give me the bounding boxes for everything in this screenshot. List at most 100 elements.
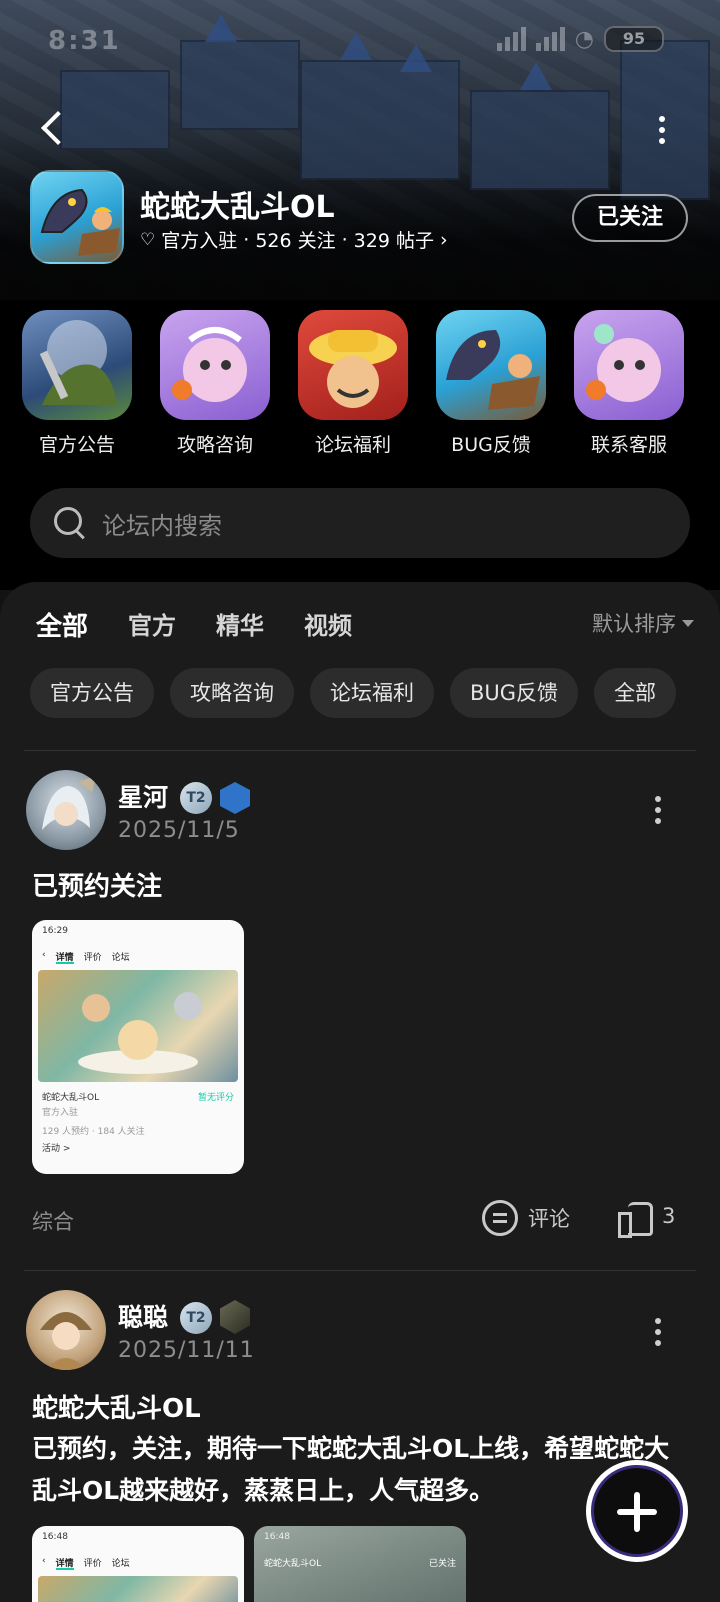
banner-castle-roof xyxy=(340,32,372,60)
shot-activity: 活动 > xyxy=(42,1144,71,1154)
meta-separator: · xyxy=(341,228,348,251)
post-title[interactable]: 已预约关注 xyxy=(32,866,162,903)
post-image[interactable]: 16:29 ‹ 详情 评价 论坛 蛇蛇大乱斗OL 暂无评分 官方入驻 129 人… xyxy=(32,920,244,1174)
shot-back-icon: ‹ xyxy=(42,1556,46,1566)
comment-icon xyxy=(482,1200,518,1236)
create-post-button[interactable] xyxy=(586,1460,688,1562)
back-button[interactable] xyxy=(34,108,74,148)
shot-official: 官方入驻 xyxy=(42,1108,79,1118)
game-title: 蛇蛇大乱斗OL xyxy=(140,190,335,225)
shot-back-icon: ‹ xyxy=(42,950,46,960)
shortcut-customer-service[interactable]: 联系客服 xyxy=(574,310,684,457)
shot-tab-review: 评价 xyxy=(83,1559,102,1569)
chip-announcement[interactable]: 官方公告 xyxy=(30,668,154,718)
tab-featured[interactable]: 精华 xyxy=(216,606,264,643)
more-options-icon[interactable] xyxy=(656,116,668,144)
tab-video[interactable]: 视频 xyxy=(304,606,352,643)
post-image[interactable]: 16:48 ‹ 详情 评价 论坛 xyxy=(32,1526,244,1602)
followers-count: 526 关注 xyxy=(255,230,336,252)
shot-info: 蛇蛇大乱斗OL 暂无评分 官方入驻 129 人预约 · 184 人关注 活动 > xyxy=(32,1082,244,1162)
shot-tab-detail: 详情 xyxy=(55,1556,74,1570)
shot-game-name: 蛇蛇大乱斗OL xyxy=(42,1093,100,1103)
shot-tab-forum: 论坛 xyxy=(111,953,130,963)
shot-rating-hint: 暂无评分 xyxy=(197,1093,234,1103)
banner-castle-roof xyxy=(400,44,432,72)
post-author[interactable]: 聪聪 xyxy=(118,1298,168,1334)
post-title[interactable]: 蛇蛇大乱斗OL xyxy=(32,1388,201,1425)
chip-welfare[interactable]: 论坛福利 xyxy=(310,668,434,718)
battery-indicator: 95 xyxy=(604,26,664,52)
chip-all[interactable]: 全部 xyxy=(594,668,677,718)
like-button[interactable]: 3 xyxy=(618,1200,676,1238)
banner-castle-art xyxy=(60,70,170,150)
chip-guide[interactable]: 攻略咨询 xyxy=(170,668,294,718)
bug-report-art-icon xyxy=(436,310,546,420)
banner-castle-art xyxy=(180,40,300,130)
divider xyxy=(24,750,696,751)
shot-game-art xyxy=(38,970,238,1082)
shot-game-name: 蛇蛇大乱斗OL xyxy=(264,1559,322,1569)
shot-tab-review: 评价 xyxy=(83,953,102,963)
shot-stats: 129 人预约 · 184 人关注 xyxy=(42,1127,145,1137)
welfare-art-icon xyxy=(298,310,408,420)
shortcut-label: BUG反馈 xyxy=(451,434,531,456)
chip-bug-report[interactable]: BUG反馈 xyxy=(450,668,579,718)
search-icon xyxy=(52,505,88,541)
shot-tab-detail: 详情 xyxy=(55,950,74,964)
shortcut-bug-report[interactable]: BUG反馈 xyxy=(436,310,546,457)
post-image[interactable]: 16:48 蛇蛇大乱斗OL 已关注 xyxy=(254,1526,466,1602)
meta-separator: · xyxy=(243,228,250,251)
avatar[interactable] xyxy=(26,1290,106,1370)
thumbs-up-icon xyxy=(618,1200,653,1238)
sort-dropdown[interactable]: 默认排序 xyxy=(592,608,694,638)
shot-nav: ‹ 详情 评价 论坛 xyxy=(32,944,244,970)
shot-status-time: 16:48 xyxy=(42,1532,68,1542)
shortcut-label: 论坛福利 xyxy=(314,434,391,456)
chevron-right-icon: › xyxy=(439,228,448,251)
post-date: 2025/11/5 xyxy=(118,818,240,843)
shortcut-label: 官方公告 xyxy=(38,434,115,456)
post-author[interactable]: 星河 xyxy=(118,778,168,814)
banner-castle-art xyxy=(470,90,610,190)
shortcut-label: 攻略咨询 xyxy=(176,434,253,456)
status-icons: ◔ 95 xyxy=(496,26,664,52)
shortcut-guide[interactable]: 攻略咨询 xyxy=(160,310,270,457)
diamond-icon: ♡ xyxy=(140,229,156,250)
wifi-icon: ◔ xyxy=(574,26,594,52)
like-count: 3 xyxy=(662,1204,676,1228)
shot-status-time: 16:48 xyxy=(264,1532,290,1542)
caret-down-icon xyxy=(682,619,694,627)
announcement-art-icon xyxy=(22,310,132,420)
shot-tab-forum: 论坛 xyxy=(111,1559,130,1569)
sort-label: 默认排序 xyxy=(592,612,676,636)
shot-follow: 已关注 xyxy=(428,1559,456,1569)
category-chips: 官方公告 攻略咨询 论坛福利 BUG反馈 全部 xyxy=(30,668,677,718)
shortcut-label: 联系客服 xyxy=(590,434,667,456)
shot-nav: ‹ 详情 评价 论坛 xyxy=(32,1550,244,1576)
comment-button[interactable]: 评论 xyxy=(482,1200,570,1236)
customer-service-art-icon xyxy=(574,310,684,420)
banner-castle-roof xyxy=(520,62,552,90)
post-date: 2025/11/11 xyxy=(118,1338,255,1363)
search-input[interactable]: 论坛内搜索 xyxy=(30,488,690,558)
guide-art-icon xyxy=(160,310,270,420)
post-category[interactable]: 综合 xyxy=(32,1206,74,1236)
game-meta[interactable]: ♡ 官方入驻 · 526 关注 · 329 帖子 › xyxy=(140,226,448,253)
shortcut-welfare[interactable]: 论坛福利 xyxy=(298,310,408,457)
signal-icon xyxy=(535,27,565,51)
post-more-icon[interactable] xyxy=(654,796,662,824)
search-placeholder: 论坛内搜索 xyxy=(102,511,222,540)
level-number: 2 xyxy=(195,1310,206,1326)
level-badge: T2 xyxy=(180,782,212,814)
signal-icon xyxy=(496,27,526,51)
tab-all[interactable]: 全部 xyxy=(36,606,89,645)
post-more-icon[interactable] xyxy=(654,1318,662,1346)
status-time: 8:31 xyxy=(48,26,121,56)
shortcut-row: 官方公告 攻略咨询 论坛福利 BUG反馈 联系客服 xyxy=(0,310,720,460)
level-badge: T2 xyxy=(180,1302,212,1334)
shortcut-announcement[interactable]: 官方公告 xyxy=(22,310,132,457)
follow-button[interactable]: 已关注 xyxy=(572,194,688,242)
official-label: 官方入驻 xyxy=(161,230,238,252)
tab-official[interactable]: 官方 xyxy=(128,606,176,643)
avatar[interactable] xyxy=(26,770,106,850)
